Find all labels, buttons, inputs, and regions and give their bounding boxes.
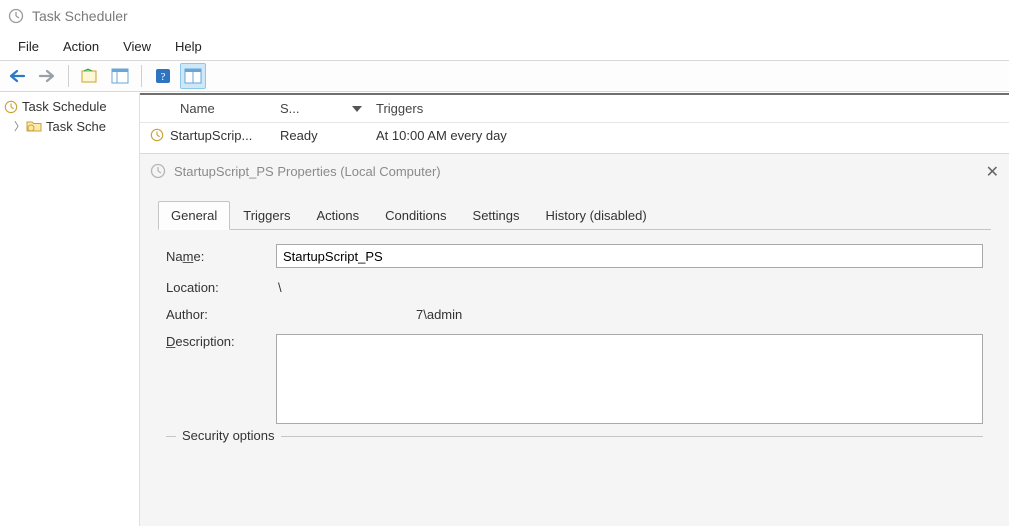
tree-pane: Task Schedule 〉 Task Sche (0, 93, 140, 526)
tab-general[interactable]: General (158, 201, 230, 230)
tab-settings[interactable]: Settings (460, 201, 533, 230)
tab-history[interactable]: History (disabled) (533, 201, 660, 230)
close-icon[interactable]: ✕ (986, 162, 999, 182)
task-list-header: Name S... Triggers (140, 95, 1009, 123)
menubar: File Action View Help (0, 32, 1009, 60)
task-name: StartupScrip... (170, 128, 252, 143)
clock-icon (150, 163, 166, 179)
nav-forward-button[interactable] (34, 63, 60, 89)
folder-icon (26, 119, 42, 133)
nav-back-button[interactable] (4, 63, 30, 89)
dialog-title: StartupScript_PS Properties (Local Compu… (174, 164, 441, 179)
tree-root[interactable]: Task Schedule (0, 97, 139, 116)
show-hide-tree-button[interactable] (77, 63, 103, 89)
toolbar: ? (0, 60, 1009, 92)
dialog-tabs: General Triggers Actions Conditions Sett… (158, 200, 991, 230)
task-triggers: At 10:00 AM every day (352, 128, 999, 143)
name-input[interactable] (276, 244, 983, 268)
description-input[interactable] (276, 334, 983, 424)
main-area: Task Schedule 〉 Task Sche Name S... Trig… (0, 92, 1009, 526)
tree-child[interactable]: 〉 Task Sche (0, 116, 139, 136)
column-name[interactable]: Name (150, 101, 280, 116)
sort-indicator[interactable] (352, 106, 376, 112)
chevron-right-icon[interactable]: 〉 (14, 118, 26, 134)
task-status: Ready (280, 128, 352, 143)
author-label: Author: (166, 307, 276, 322)
tab-conditions[interactable]: Conditions (372, 201, 459, 230)
tree-root-label: Task Schedule (22, 99, 107, 114)
general-tab-content: Name: Location: \ Author: 7\admin Descri… (158, 230, 991, 446)
properties-dialog: StartupScript_PS Properties (Local Compu… (140, 153, 1009, 526)
window-title: Task Scheduler (32, 8, 128, 24)
clock-icon (8, 8, 24, 24)
clock-icon (4, 100, 18, 114)
window-titlebar: Task Scheduler (0, 0, 1009, 32)
author-value: 7\admin (276, 307, 983, 322)
refresh-button[interactable] (180, 63, 206, 89)
security-options-label: Security options (176, 428, 281, 443)
location-label: Location: (166, 280, 276, 295)
column-status[interactable]: S... (280, 101, 352, 116)
description-label: Description: (166, 334, 276, 349)
clock-icon (150, 128, 164, 142)
tab-triggers[interactable]: Triggers (230, 201, 303, 230)
security-options-group: Security options (166, 436, 983, 446)
toolbar-separator (141, 65, 142, 87)
dialog-titlebar: StartupScript_PS Properties (Local Compu… (140, 154, 1009, 188)
svg-text:?: ? (161, 71, 166, 83)
toolbar-separator (68, 65, 69, 87)
menu-view[interactable]: View (111, 35, 163, 58)
column-triggers[interactable]: Triggers (376, 101, 999, 116)
help-button[interactable]: ? (150, 63, 176, 89)
menu-file[interactable]: File (6, 35, 51, 58)
menu-help[interactable]: Help (163, 35, 214, 58)
menu-action[interactable]: Action (51, 35, 111, 58)
location-value: \ (276, 280, 983, 295)
name-label: Name: (166, 249, 276, 264)
tree-child-label: Task Sche (46, 119, 106, 134)
properties-pane-button[interactable] (107, 63, 133, 89)
task-row[interactable]: StartupScrip... Ready At 10:00 AM every … (140, 123, 1009, 147)
right-pane: Name S... Triggers StartupScrip... Ready… (140, 93, 1009, 526)
tab-actions[interactable]: Actions (303, 201, 372, 230)
